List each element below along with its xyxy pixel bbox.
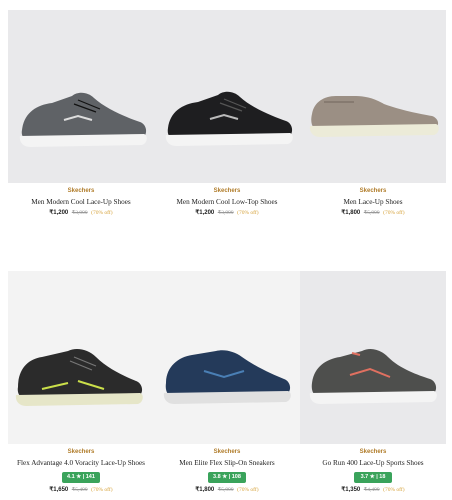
product-title[interactable]: Men Modern Cool Low-Top Shoes (154, 198, 300, 206)
product-price: ₹1,650 (49, 487, 69, 493)
product-brand: Skechers (213, 449, 241, 455)
shoe-image-icon (154, 271, 300, 444)
product-image[interactable] (300, 10, 446, 183)
product-price: ₹1,800 (195, 487, 215, 493)
product-mrp: ₹5,999 (217, 487, 234, 493)
shoe-image-icon (300, 10, 446, 183)
product-brand: Skechers (359, 188, 387, 194)
price-line: ₹1,200 ₹3,999 (70% off) (154, 209, 300, 216)
product-title[interactable]: Flex Advantage 4.0 Voracity Lace-Up Shoe… (8, 459, 154, 467)
product-price: ₹1,800 (341, 210, 361, 216)
product-price: ₹1,350 (341, 487, 361, 493)
product-card[interactable]: Skechers Go Run 400 Lace-Up Sports Shoes… (300, 271, 446, 493)
price-line: ₹1,800 ₹5,999 (70% off) (300, 209, 446, 216)
product-mrp: ₹3,999 (217, 210, 234, 216)
product-discount: (70% off) (383, 487, 405, 493)
product-mrp: ₹3,999 (71, 210, 88, 216)
product-card[interactable]: Skechers Men Modern Cool Low-Top Shoes ₹… (154, 10, 300, 216)
product-image[interactable] (154, 271, 300, 444)
product-discount: (70% off) (237, 487, 259, 493)
shoe-image-icon (154, 10, 300, 183)
product-card[interactable]: Skechers Flex Advantage 4.0 Voracity Lac… (8, 271, 154, 493)
price-line: ₹1,800 ₹5,999 (70% off) (154, 486, 300, 493)
rating-badge: 4.1 ★ | 141 (62, 472, 100, 483)
product-card[interactable]: Skechers Men Modern Cool Lace-Up Shoes ₹… (8, 10, 154, 216)
product-image[interactable] (300, 271, 446, 444)
price-line: ₹1,200 ₹3,999 (70% off) (8, 209, 154, 216)
rating-badge: 3.8 ★ | 108 (208, 472, 246, 483)
product-discount: (70% off) (91, 210, 113, 216)
rating-badge: 3.7 ★ | 18 (354, 472, 392, 483)
product-title[interactable]: Go Run 400 Lace-Up Sports Shoes (300, 459, 446, 467)
product-mrp: ₹4,499 (363, 487, 380, 493)
product-title[interactable]: Men Modern Cool Lace-Up Shoes (8, 198, 154, 206)
product-discount: (70% off) (237, 210, 259, 216)
product-discount: (70% off) (91, 487, 113, 493)
product-mrp: ₹5,499 (71, 487, 88, 493)
product-brand: Skechers (67, 188, 95, 194)
product-brand: Skechers (213, 188, 241, 194)
product-card[interactable]: Skechers Men Lace-Up Shoes ₹1,800 ₹5,999… (300, 10, 446, 216)
product-discount: (70% off) (383, 210, 405, 216)
price-line: ₹1,350 ₹4,499 (70% off) (300, 486, 446, 493)
product-image[interactable] (8, 271, 154, 444)
product-brand: Skechers (359, 449, 387, 455)
product-mrp: ₹5,999 (363, 210, 380, 216)
product-title[interactable]: Men Lace-Up Shoes (300, 198, 446, 206)
product-image[interactable] (8, 10, 154, 183)
shoe-image-icon (8, 271, 154, 444)
product-price: ₹1,200 (195, 210, 215, 216)
product-card[interactable]: Skechers Men Elite Flex Slip-On Sneakers… (154, 271, 300, 493)
product-title[interactable]: Men Elite Flex Slip-On Sneakers (154, 459, 300, 467)
product-image[interactable] (154, 10, 300, 183)
product-price: ₹1,200 (49, 210, 69, 216)
product-brand: Skechers (67, 449, 95, 455)
shoe-image-icon (8, 10, 154, 183)
price-line: ₹1,650 ₹5,499 (70% off) (8, 486, 154, 493)
shoe-image-icon (300, 271, 446, 444)
